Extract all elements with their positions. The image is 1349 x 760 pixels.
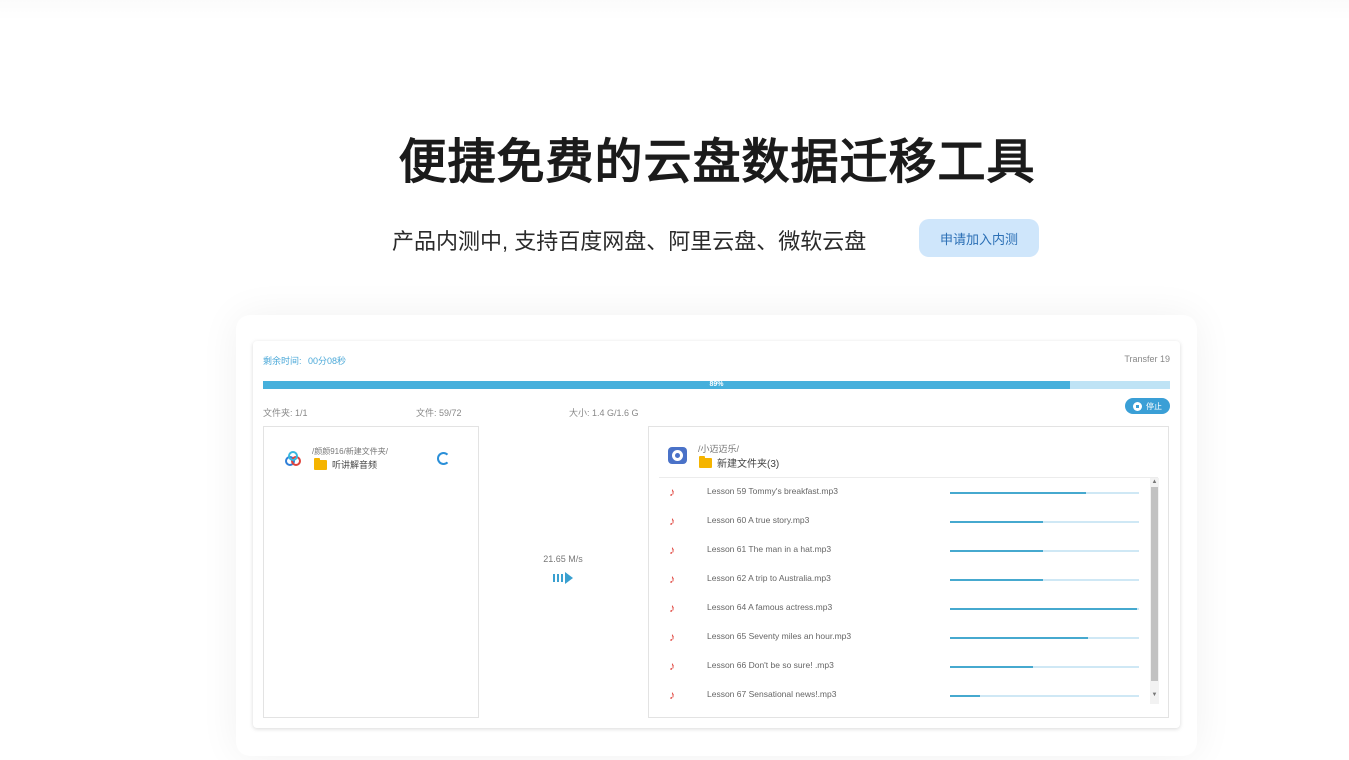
overall-progress-label: 89%	[709, 381, 724, 388]
file-progress-bar	[950, 521, 1139, 523]
file-name: Lesson 64 A famous actress.mp3	[707, 602, 833, 612]
file-progress-fill	[950, 579, 1043, 581]
scrollbar-thumb[interactable]	[1151, 487, 1158, 681]
music-note-icon: ♪	[669, 543, 675, 557]
file-name: Lesson 67 Sensational news!.mp3	[707, 689, 837, 699]
transfer-arrow-icon	[553, 572, 573, 584]
folders-stat: 文件夹: 1/1	[263, 408, 308, 418]
file-row[interactable]: ♪ Lesson 64 A famous actress.mp3	[659, 594, 1149, 623]
file-progress-bar	[950, 695, 1139, 697]
music-note-icon: ♪	[669, 572, 675, 586]
remaining-time-label: 剩余时间:	[263, 356, 302, 366]
file-row[interactable]: ♪ Lesson 60 A true story.mp3	[659, 507, 1149, 536]
file-progress-bar	[950, 579, 1139, 581]
file-name: Lesson 62 A trip to Australia.mp3	[707, 573, 831, 583]
file-progress-bar	[950, 666, 1139, 668]
music-note-icon: ♪	[669, 688, 675, 702]
destination-folder-name: 新建文件夹(3)	[717, 459, 780, 470]
file-row[interactable]: ♪ Lesson 62 A trip to Australia.mp3	[659, 565, 1149, 594]
remaining-time-value: 00分08秒	[308, 356, 347, 366]
file-progress-bar	[950, 637, 1139, 639]
transfer-speed: 21.65 M/s	[543, 554, 583, 564]
page: 便捷免费的云盘数据迁移工具 产品内测中, 支持百度网盘、阿里云盘、微软云盘 申请…	[0, 0, 1349, 760]
file-row[interactable]: ♪ Lesson 66 Don't be so sure! .mp3	[659, 652, 1149, 681]
stop-label: 停止	[1146, 401, 1162, 411]
file-row[interactable]: ♪ Lesson 61 The man in a hat.mp3	[659, 536, 1149, 565]
hero-title: 便捷免费的云盘数据迁移工具	[398, 136, 1036, 189]
file-progress-bar	[950, 550, 1139, 552]
stop-icon	[1133, 401, 1142, 411]
music-note-icon: ♪	[669, 485, 675, 499]
folder-icon	[699, 455, 712, 468]
baidu-cloud-icon	[285, 451, 301, 466]
file-name: Lesson 60 A true story.mp3	[707, 515, 810, 525]
file-progress-bar	[950, 608, 1139, 610]
music-note-icon: ♪	[669, 630, 675, 644]
file-progress-fill	[950, 521, 1043, 523]
file-row[interactable]: ♪ Lesson 67 Sensational news!.mp3	[659, 681, 1149, 710]
remaining-time: 剩余时间: 00分08秒	[263, 354, 346, 367]
size-stat: 大小: 1.4 G/1.6 G	[569, 408, 639, 418]
file-name: Lesson 65 Seventy miles an hour.mp3	[707, 631, 852, 641]
file-name: Lesson 66 Don't be so sure! .mp3	[707, 660, 834, 670]
file-progress-fill	[950, 608, 1138, 610]
folder-icon	[314, 457, 327, 470]
file-list: ♪ Lesson 59 Tommy's breakfast.mp3 ♪ Lesson …	[659, 478, 1149, 710]
scroll-down-icon[interactable]: ▼	[1150, 691, 1159, 699]
file-progress-fill	[950, 695, 981, 697]
destination-path: /小迈迈乐/	[698, 444, 740, 454]
transfer-id: Transfer 19	[1124, 354, 1170, 364]
microsoft-drive-icon	[668, 447, 687, 464]
file-row[interactable]: ♪ Lesson 59 Tommy's breakfast.mp3	[659, 478, 1149, 507]
files-stat: 文件: 59/72	[416, 408, 462, 418]
music-note-icon: ♪	[669, 514, 675, 528]
file-progress-fill	[950, 637, 1088, 639]
file-name: Lesson 59 Tommy's breakfast.mp3	[707, 486, 838, 496]
file-name: Lesson 61 The man in a hat.mp3	[707, 544, 832, 554]
file-progress-fill	[950, 550, 1043, 552]
hero-subtitle: 产品内测中, 支持百度网盘、阿里云盘、微软云盘	[392, 229, 867, 254]
destination-folder[interactable]: 新建文件夹(3)	[699, 455, 779, 470]
file-row[interactable]: ♪ Lesson 65 Seventy miles an hour.mp3	[659, 623, 1149, 652]
music-note-icon: ♪	[669, 601, 675, 615]
file-progress-bar	[950, 492, 1139, 494]
source-folder-name: 听讲解音频	[332, 460, 378, 470]
source-folder[interactable]: 听讲解音频	[314, 457, 378, 471]
overall-progress-bar: 89%	[263, 381, 1170, 389]
loading-spinner-icon	[437, 452, 450, 465]
stop-button[interactable]: 停止	[1125, 398, 1170, 414]
file-progress-fill	[950, 492, 1087, 494]
source-path: /颜颜916/新建文件夹/	[312, 447, 389, 456]
scroll-up-icon[interactable]: ▲	[1150, 478, 1159, 486]
join-beta-button[interactable]: 申请加入内测	[919, 219, 1039, 257]
music-note-icon: ♪	[669, 659, 675, 673]
file-progress-fill	[950, 666, 1034, 668]
